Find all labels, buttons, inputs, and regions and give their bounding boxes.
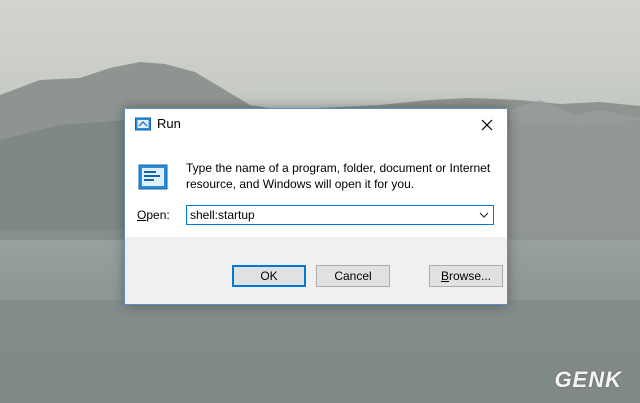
dialog-body: Type the name of a program, folder, docu… [125, 140, 507, 237]
dropdown-button[interactable] [475, 206, 493, 224]
watermark-logo: GENK [554, 367, 622, 392]
browse-label: rowse... [449, 269, 492, 283]
cancel-button[interactable]: Cancel [316, 265, 390, 287]
run-app-icon [138, 164, 168, 190]
browse-button[interactable]: Browse... [429, 265, 503, 287]
chevron-down-icon [479, 212, 489, 218]
open-label: Open: [137, 208, 170, 222]
title-bar[interactable]: Run [125, 109, 507, 140]
dialog-title: Run [157, 116, 181, 131]
run-app-icon [135, 117, 151, 131]
open-label-accelerator: O [137, 208, 147, 222]
dialog-description: Type the name of a program, folder, docu… [186, 161, 491, 191]
ok-button[interactable]: OK [232, 265, 306, 287]
close-button[interactable] [467, 109, 507, 140]
open-input[interactable] [187, 206, 470, 224]
close-icon [481, 119, 493, 130]
open-combobox[interactable] [186, 205, 494, 225]
open-label-text: pen: [146, 208, 170, 222]
run-dialog: Run Type the name of a program, folder, … [124, 108, 508, 305]
browse-accelerator: B [440, 269, 449, 283]
